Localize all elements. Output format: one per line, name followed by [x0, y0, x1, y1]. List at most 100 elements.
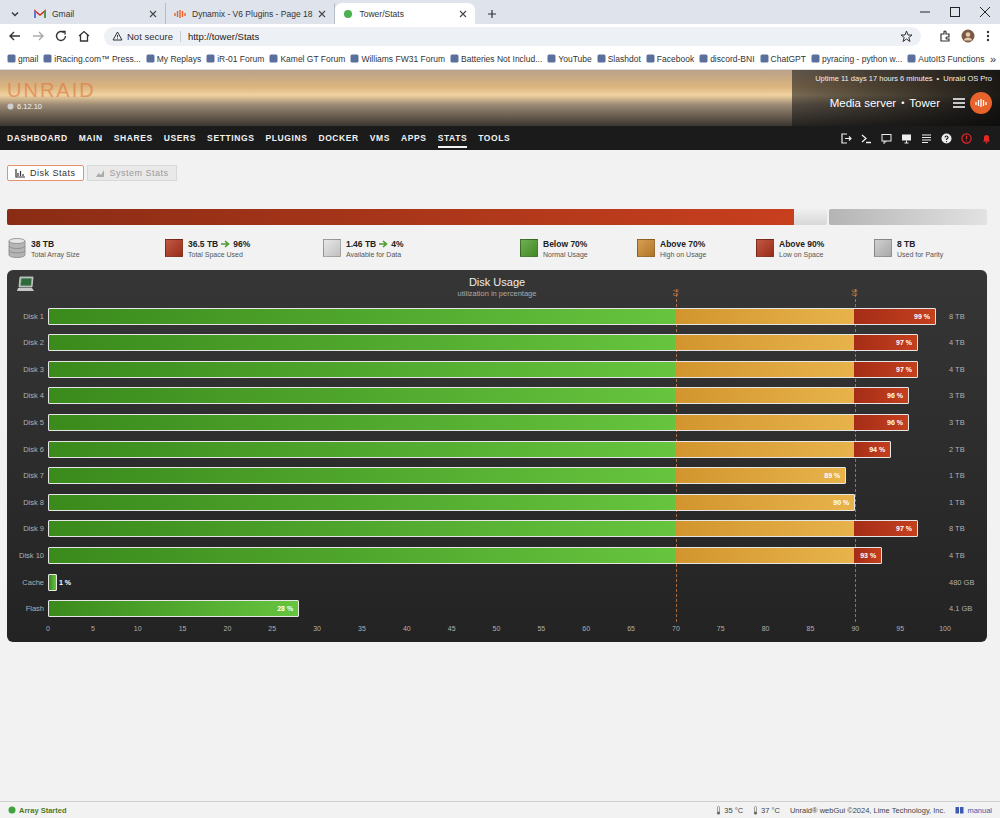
nav-item[interactable]: MAIN [79, 129, 103, 148]
legend-swatch [165, 239, 183, 257]
server-info: Uptime 11 days 17 hours 6 minutes•Unraid… [792, 70, 1000, 126]
monitor-icon[interactable] [901, 133, 912, 144]
close-window-icon[interactable] [970, 2, 1000, 22]
address-bar[interactable]: Not secure http://tower/Stats [104, 27, 921, 46]
browser-tab[interactable]: Dynamix - V6 Plugins - Page 18 [166, 3, 335, 24]
bookmark[interactable]: AutoIt3 Functions [906, 54, 985, 64]
back-icon[interactable] [8, 29, 22, 43]
bookmark[interactable]: iRacing.com™ Press... [42, 54, 141, 64]
usage-bar[interactable]: 96 % [48, 414, 909, 431]
security-indicator[interactable]: Not secure [112, 31, 181, 42]
forward-icon[interactable] [31, 29, 45, 43]
alert-icon[interactable] [961, 133, 972, 144]
usage-bar[interactable]: 97 % [48, 520, 918, 537]
url-text[interactable]: http://tower/Stats [188, 31, 259, 42]
nav-item[interactable]: DOCKER [318, 129, 358, 148]
bookmark[interactable]: ChatGPT [759, 54, 807, 64]
status-bar: Array Started 35 °C 37 °C Unraid® webGui… [0, 801, 1000, 818]
reload-icon[interactable] [54, 29, 68, 43]
chart-subtitle: utilization in percentage [458, 289, 537, 299]
bell-icon[interactable] [981, 133, 992, 144]
usage-bar[interactable]: 96 % [48, 387, 909, 404]
close-tab-icon[interactable] [149, 10, 157, 18]
nav-item[interactable]: SETTINGS [207, 129, 254, 148]
usage-bar[interactable]: 28 % [48, 600, 299, 617]
tab-strip: Gmail Dynamix - V6 Plugins - Page 18 Tow… [0, 0, 1000, 24]
nav-item[interactable]: SHARES [114, 129, 153, 148]
legend-swatch [874, 239, 892, 257]
legend-swatch [756, 239, 774, 257]
feedback-icon[interactable] [881, 133, 892, 144]
browser-tab[interactable]: Gmail [26, 3, 166, 24]
nav-item[interactable]: APPS [401, 129, 427, 148]
usage-bar[interactable]: 97 % [48, 361, 918, 378]
minimize-icon[interactable] [910, 2, 940, 22]
nav-item[interactable]: TOOLS [478, 129, 510, 148]
unraid-avatar-icon[interactable] [970, 92, 992, 114]
axis-tick: 40 [403, 625, 411, 632]
nav-item[interactable]: PLUGINS [265, 129, 307, 148]
logout-icon[interactable] [841, 133, 852, 144]
usage-bar[interactable]: 99 % [48, 308, 936, 325]
close-tab-icon[interactable] [459, 10, 467, 18]
bookmark[interactable]: Batteries Not Includ... [449, 54, 543, 64]
usage-bar[interactable]: 93 % [48, 547, 882, 564]
bar-segment [675, 309, 854, 324]
legend-item: 1.46 TB 4% Available for Data [322, 238, 519, 258]
usage-bar[interactable]: 94 % [48, 441, 891, 458]
extensions-icon[interactable] [938, 29, 952, 43]
nav-item[interactable]: USERS [164, 129, 196, 148]
disk-name: Disk 7 [7, 471, 48, 480]
log-icon[interactable] [921, 133, 932, 144]
bookmark[interactable]: discord-BNI [698, 54, 755, 64]
page-tabs: Disk Stats System Stats [7, 165, 987, 181]
usage-bar[interactable] [48, 574, 57, 591]
page-tab[interactable]: System Stats [87, 165, 177, 181]
bar-segment [675, 548, 854, 563]
page-tab[interactable]: Disk Stats [7, 165, 84, 181]
menu-icon[interactable] [984, 29, 992, 43]
bookmark[interactable]: pyracing - python w... [810, 54, 903, 64]
bar-reading: 93 % [860, 552, 881, 559]
bar-segment: 97 % [854, 521, 917, 536]
bookmark[interactable]: gmail [6, 54, 39, 64]
bookmark[interactable]: Williams FW31 Forum [349, 54, 446, 64]
bookmark[interactable]: iR-01 Forum [205, 54, 265, 64]
bookmark[interactable]: My Replays [145, 54, 202, 64]
usage-bar[interactable]: 90 % [48, 494, 855, 511]
usage-bar[interactable]: 89 % [48, 467, 846, 484]
bar-segment: 28 % [49, 601, 298, 616]
disk-name: Disk 3 [7, 365, 48, 374]
bookmarks-overflow[interactable]: » [990, 53, 996, 65]
nav-item[interactable]: STATS [438, 129, 468, 148]
bookmark[interactable]: Facebook [645, 54, 695, 64]
help-icon[interactable] [941, 133, 952, 144]
bookmark[interactable]: Kamel GT Forum [268, 54, 346, 64]
maximize-icon[interactable] [940, 2, 970, 22]
logo[interactable]: UNRAID [7, 79, 96, 101]
manual-link[interactable]: manual [955, 806, 992, 815]
profile-avatar-icon[interactable] [961, 29, 975, 43]
favicon-icon [269, 54, 278, 63]
tab-search-button[interactable] [6, 4, 24, 24]
bookmark[interactable]: YouTube [546, 54, 592, 64]
disk-name: Disk 8 [7, 498, 48, 507]
close-tab-icon[interactable] [318, 10, 326, 18]
bar-reading: 94 % [869, 446, 890, 453]
hamburger-icon[interactable] [953, 98, 965, 108]
parity-fill [829, 209, 987, 225]
bar-segment: 99 % [854, 309, 935, 324]
browser-tab[interactable]: Tower/Stats [335, 3, 475, 24]
axis-tick: 10 [134, 625, 142, 632]
bar-chart-icon [15, 169, 25, 178]
chart-title: Disk Usage [458, 275, 537, 289]
terminal-icon[interactable] [861, 133, 872, 144]
nav-item[interactable]: VMS [370, 129, 390, 148]
bookmark[interactable]: Slashdot [596, 54, 642, 64]
new-tab-button[interactable] [481, 4, 503, 24]
bookmark-star-icon[interactable] [900, 30, 913, 43]
home-icon[interactable] [77, 29, 91, 43]
bar-segment [49, 388, 675, 403]
nav-item[interactable]: DASHBOARD [7, 129, 68, 148]
usage-bar[interactable]: 97 % [48, 334, 918, 351]
